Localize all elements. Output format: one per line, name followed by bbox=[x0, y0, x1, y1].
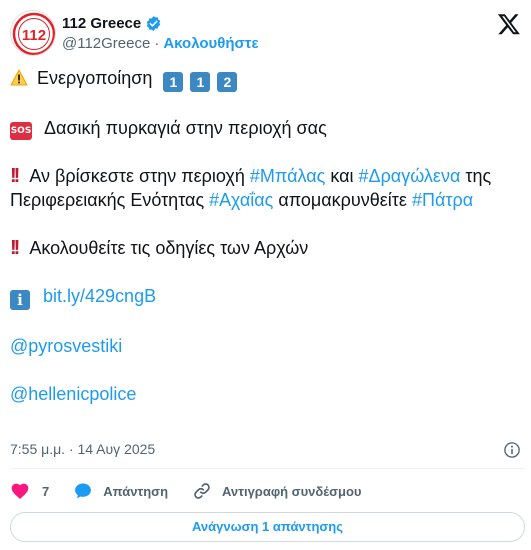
heart-icon bbox=[11, 483, 29, 499]
handle-row: @112Greece · Ακολουθήστε bbox=[62, 35, 259, 52]
tweet-meta: 7:55 μ.μ. · 14 Αυγ 2025 bbox=[10, 441, 525, 461]
instructions-text: Ακολουθείτε τις οδηγίες των Αρχών bbox=[29, 238, 309, 258]
hashtag-achaia[interactable]: #Αχαΐας bbox=[209, 190, 273, 210]
timestamp[interactable]: 7:55 μ.μ. · 14 Αυγ 2025 bbox=[10, 441, 155, 457]
mention-hellenicpolice[interactable]: @hellenicpolice bbox=[10, 384, 136, 404]
separator: · bbox=[154, 35, 160, 52]
hashtag-balas[interactable]: #Μπάλας bbox=[250, 166, 325, 186]
copy-link-label: Αντιγραφή συνδέσμου bbox=[222, 483, 362, 499]
display-name[interactable]: 112 Greece bbox=[62, 15, 141, 32]
evacuate-text-d: απομακρυνθείτε bbox=[278, 190, 407, 210]
evacuate-text-b: και bbox=[330, 166, 354, 186]
line-mention-1: @pyrosvestiki bbox=[10, 334, 520, 358]
info-icon[interactable] bbox=[503, 441, 521, 459]
line-fire-alert: SOS Δασική πυρκαγιά στην περιοχή σας bbox=[10, 116, 520, 140]
keycap-one-icon: 1 bbox=[163, 72, 184, 92]
divider bbox=[10, 468, 525, 469]
112-logo-icon: 112 bbox=[12, 12, 55, 55]
line-activation: Ενεργοποίηση 1 1 2 bbox=[10, 66, 520, 92]
activation-text: Ενεργοποίηση bbox=[37, 68, 153, 88]
x-logo-icon[interactable] bbox=[497, 12, 521, 36]
keycap-two-icon: 2 bbox=[217, 72, 238, 92]
link-icon bbox=[194, 483, 210, 499]
action-bar: 7 Απάντηση Αντιγραφή συνδέσμου bbox=[10, 480, 361, 502]
tweet-header: 112 112 Greece @112Greece · Ακολουθήστε bbox=[10, 10, 525, 56]
line-evacuate: !! Αν βρίσκεστε στην περιοχή #Μπάλας και… bbox=[10, 164, 520, 212]
tweet-body: Ενεργοποίηση 1 1 2 SOS Δασική πυρκαγιά σ… bbox=[10, 66, 520, 406]
double-exclamation-icon: !! bbox=[10, 165, 20, 187]
hashtag-patra[interactable]: #Πάτρα bbox=[412, 190, 473, 210]
follow-button[interactable]: Ακολουθήστε bbox=[163, 35, 258, 52]
reply-button[interactable]: Απάντηση bbox=[73, 481, 168, 501]
hashtag-dragolena[interactable]: #Δραγώλενα bbox=[359, 166, 461, 186]
line-instructions: !! Ακολουθείτε τις οδηγίες των Αρχών bbox=[10, 236, 520, 260]
name-row: 112 Greece bbox=[62, 15, 162, 32]
double-exclamation-icon: !! bbox=[10, 237, 20, 259]
handle[interactable]: @112Greece bbox=[62, 35, 150, 52]
evacuate-text-a: Αν βρίσκεστε στην περιοχή bbox=[29, 166, 245, 186]
warning-icon bbox=[10, 66, 32, 90]
reply-bubble-icon bbox=[75, 483, 92, 499]
sos-icon: SOS bbox=[10, 122, 32, 140]
like-button[interactable]: 7 bbox=[10, 481, 49, 501]
read-replies-button[interactable]: Ανάγνωση 1 απάντησης bbox=[10, 512, 525, 542]
like-count: 7 bbox=[42, 483, 50, 499]
avatar[interactable]: 112 bbox=[10, 10, 56, 56]
bitly-link[interactable]: bit.ly/429cngB bbox=[43, 286, 156, 306]
line-link: i bit.ly/429cngB bbox=[10, 284, 520, 310]
line-mention-2: @hellenicpolice bbox=[10, 382, 520, 406]
keycap-one-icon: 1 bbox=[190, 72, 211, 92]
mention-pyrosvestiki[interactable]: @pyrosvestiki bbox=[10, 336, 122, 356]
info-emoji-icon: i bbox=[10, 290, 30, 310]
verified-badge-icon bbox=[147, 16, 161, 31]
reply-label: Απάντηση bbox=[103, 483, 169, 499]
copy-link-button[interactable]: Αντιγραφή συνδέσμου bbox=[192, 481, 361, 501]
fire-alert-text: Δασική πυρκαγιά στην περιοχή σας bbox=[44, 118, 327, 138]
avatar-text: 112 bbox=[22, 27, 46, 44]
